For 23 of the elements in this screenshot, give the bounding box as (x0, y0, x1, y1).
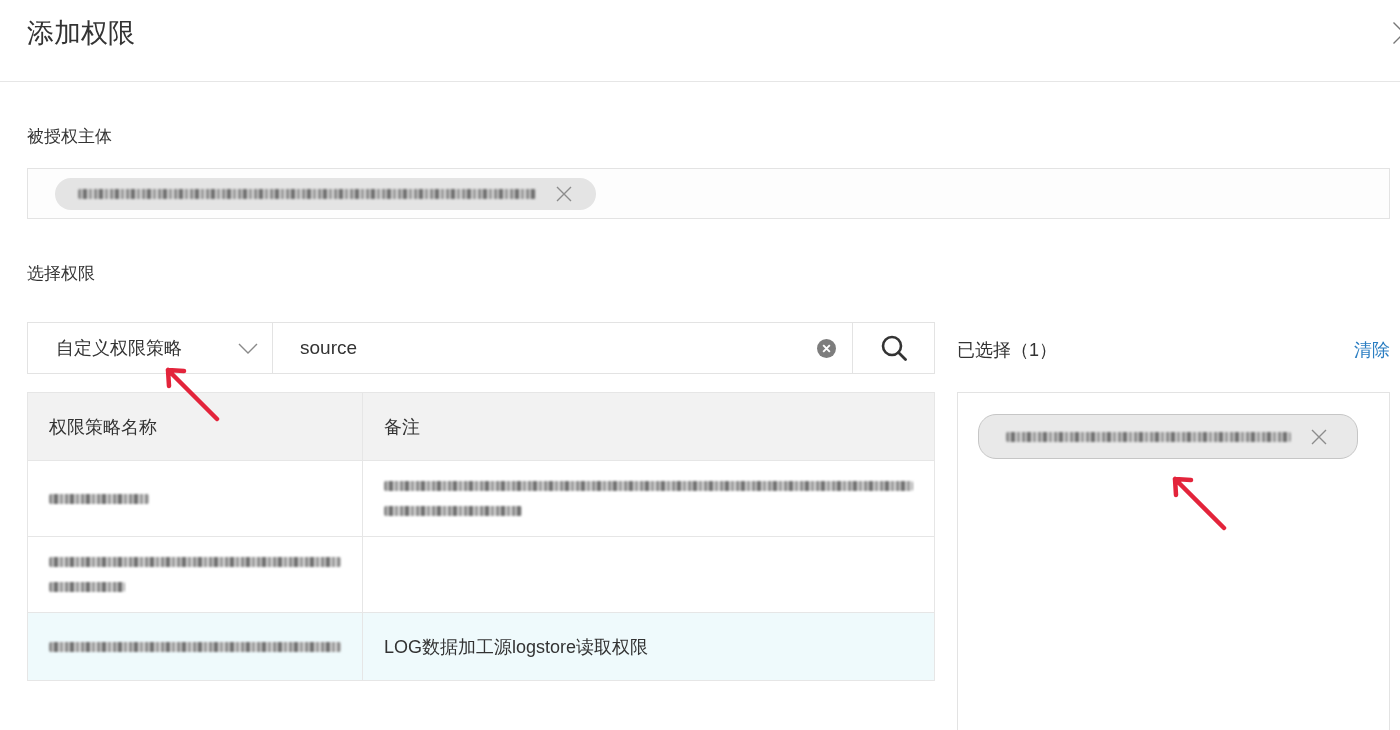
dialog-title: 添加权限 (27, 17, 135, 50)
scope-select[interactable]: 自定义权限策略 (27, 322, 273, 374)
table-row[interactable]: LOG数据加工源logstore读取权限 (28, 613, 934, 681)
search-button[interactable] (853, 322, 935, 374)
field-label: 选择权限 (27, 263, 96, 285)
clear-icon[interactable] (817, 339, 836, 358)
chevron-down-icon (238, 342, 258, 354)
table-cell: LOG数据加工源logstore读取权限 (362, 613, 934, 680)
selected-count: 已选择（1） (957, 339, 1057, 362)
principal-field[interactable] (27, 168, 1390, 219)
close-icon[interactable] (1393, 22, 1400, 44)
annotation-arrow (164, 366, 220, 422)
table-row[interactable] (28, 537, 934, 613)
remove-icon[interactable] (556, 185, 572, 202)
column-header: 权限策略名称 (49, 415, 157, 439)
field-label: 被授权主体 (27, 126, 113, 148)
search-field[interactable]: source (273, 322, 853, 374)
table-row[interactable] (28, 461, 934, 537)
annotation-arrow (1171, 475, 1227, 531)
clear-link[interactable]: 清除 (1354, 338, 1390, 362)
remove-icon[interactable] (1311, 428, 1327, 445)
column-header: 备注 (384, 415, 420, 439)
search-icon (880, 335, 907, 361)
